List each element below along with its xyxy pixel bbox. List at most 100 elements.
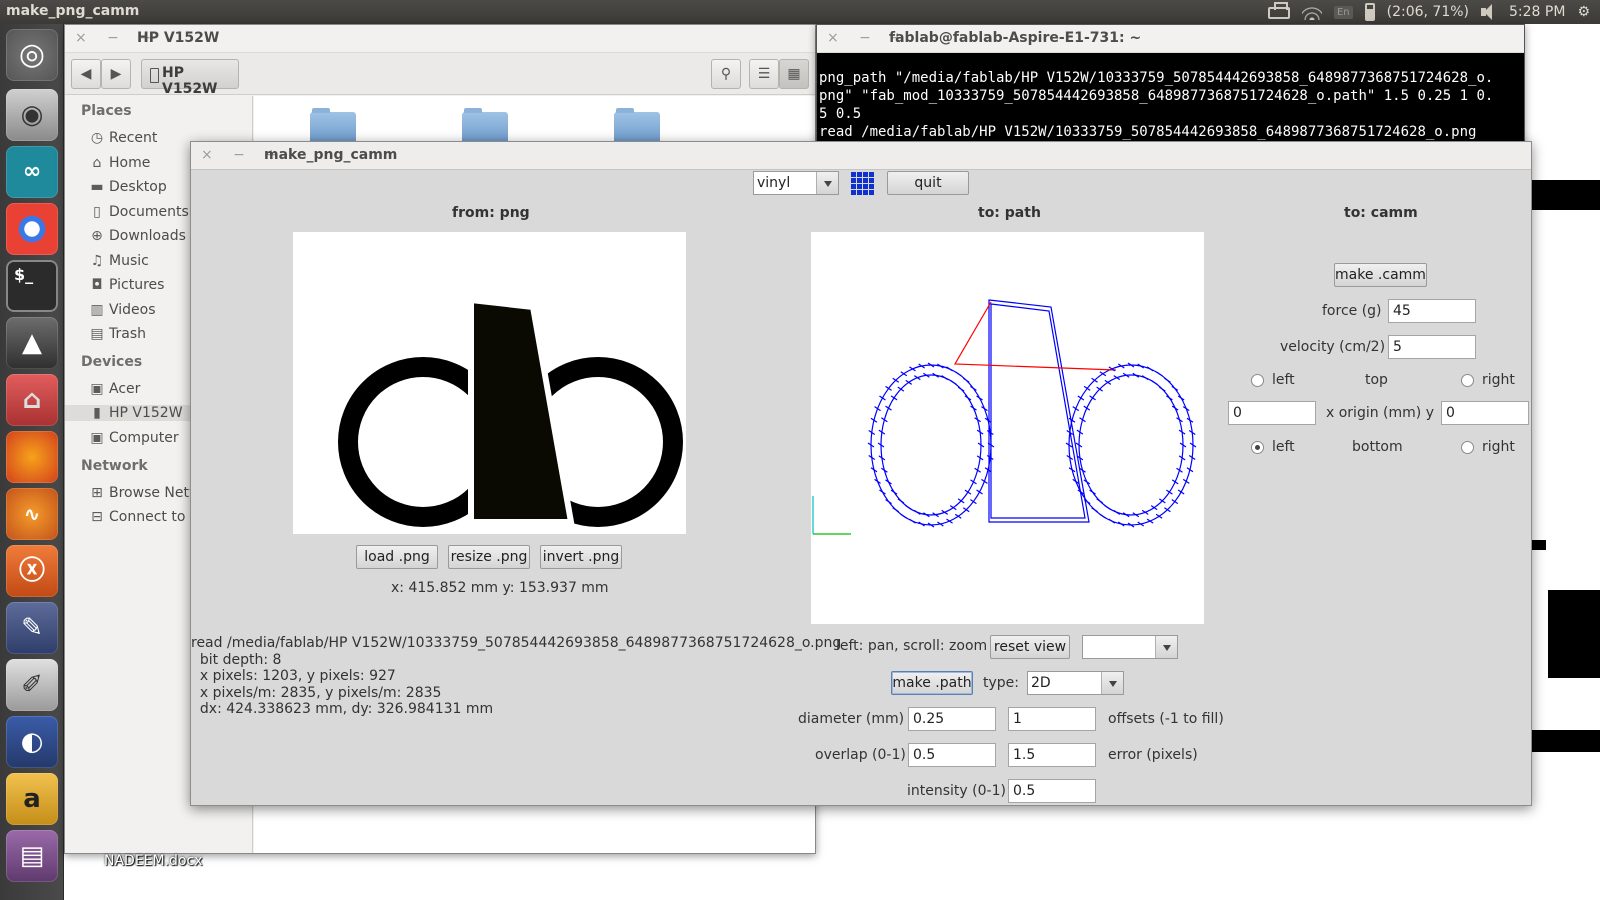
path-tick (1166, 395, 1173, 401)
search-icon: ⚲ (720, 66, 732, 82)
chrome-icon[interactable] (6, 203, 58, 255)
path-tick (1096, 498, 1103, 504)
sidebar-item-acer[interactable]: ▣ Acer (89, 381, 140, 397)
overlap-input[interactable]: 0.5 (908, 743, 996, 767)
invert-png-button[interactable]: invert .png (540, 545, 622, 569)
session-gear-icon[interactable]: ⚙ (1577, 4, 1590, 20)
force-label: force (g) (1322, 303, 1382, 319)
path-tick (1171, 385, 1179, 391)
sidebar-item-pictures[interactable]: ◘ Pictures (89, 277, 164, 293)
inkscape-icon[interactable]: ▲ (6, 317, 58, 369)
eclipse-icon[interactable]: ◐ (6, 716, 58, 768)
sidebar-item-desktop[interactable]: ▬ Desktop (89, 179, 166, 195)
terminal-icon[interactable]: $_ (6, 260, 58, 312)
make-camm-button[interactable]: make .camm (1334, 263, 1427, 287)
intensity-label: intensity (0-1) (907, 783, 1006, 799)
battery-icon[interactable] (1364, 3, 1375, 21)
folder-icon[interactable] (462, 108, 508, 142)
sidebar-item-music[interactable]: ♫ Music (89, 253, 149, 269)
quit-button[interactable]: quit (887, 171, 969, 195)
files-icon[interactable]: ⌂ (6, 374, 58, 426)
intensity-input[interactable]: 0.5 (1008, 779, 1096, 803)
machine-select[interactable]: vinyl (753, 171, 839, 195)
background-graphic (1532, 540, 1546, 550)
list-view-button[interactable]: ☰ (749, 59, 779, 89)
search-button[interactable]: ⚲ (711, 59, 741, 89)
png-preview-canvas[interactable] (293, 232, 686, 534)
folder-icon[interactable] (614, 108, 660, 142)
make-path-button[interactable]: make .path (891, 671, 973, 695)
view-select[interactable] (1082, 635, 1178, 659)
software-center-icon[interactable]: ▤ (6, 830, 58, 882)
to-camm-header: to: camm (1344, 205, 1418, 221)
dash-icon[interactable]: ◎ (6, 29, 58, 81)
sidebar-item-documents[interactable]: ▯ Documents (89, 204, 189, 220)
chevron-down-icon[interactable] (1101, 672, 1123, 694)
path-preview-canvas[interactable] (811, 232, 1204, 624)
force-input[interactable]: 45 (1388, 299, 1476, 323)
server-icon: ⊟ (91, 509, 103, 525)
volume-icon[interactable] (1481, 4, 1497, 20)
path-tick (941, 375, 949, 381)
sidebar-item-home[interactable]: ⌂ Home (89, 155, 151, 171)
amazon-icon[interactable]: a (6, 773, 58, 825)
background-graphic (1532, 180, 1600, 210)
path-bar-button[interactable]: HP V152W (141, 59, 239, 97)
origin-top-left-radio[interactable] (1251, 374, 1264, 387)
camera-icon[interactable]: ◉ (6, 89, 58, 141)
type-select[interactable]: 2D (1027, 671, 1124, 695)
sidebar-item-downloads[interactable]: ⊕ Downloads (89, 228, 186, 244)
logo-square (851, 178, 856, 183)
wifi-icon[interactable] (1301, 4, 1322, 20)
logo-square (851, 184, 856, 189)
sidebar-item-recent[interactable]: ◷ Recent (89, 130, 158, 146)
clock[interactable]: 5:28 PM (1509, 4, 1565, 20)
sidebar-item-browse-network[interactable]: ⊞ Browse Netw (89, 485, 200, 501)
printer-icon[interactable] (1267, 2, 1290, 19)
path-tick (1104, 505, 1112, 511)
logo-square (869, 172, 874, 177)
firefox-icon[interactable] (6, 431, 58, 483)
network-header: Network (81, 458, 148, 474)
origin-x-input[interactable]: 0 (1228, 401, 1316, 425)
resize-png-button[interactable]: resize .png (448, 545, 530, 569)
desktop-file-label[interactable]: NADEEM.docx (104, 853, 203, 869)
load-png-button[interactable]: load .png (356, 545, 438, 569)
xampp-icon[interactable]: ⓧ (6, 545, 58, 597)
path-tick (885, 385, 892, 391)
sidebar-item-connect-to-server[interactable]: ⊟ Connect to S (89, 509, 199, 525)
sidebar-item-computer[interactable]: ▣ Computer (89, 430, 178, 446)
folder-icon[interactable] (310, 108, 356, 142)
velocity-input[interactable]: 5 (1388, 335, 1476, 359)
text-editor-icon[interactable]: ✎ (6, 602, 58, 654)
files-titlebar[interactable]: × − + HP V152W (65, 25, 815, 53)
origin-y-input[interactable]: 0 (1441, 401, 1529, 425)
origin-top-right-radio[interactable] (1461, 374, 1474, 387)
sidebar-item-videos[interactable]: ▥ Videos (89, 302, 155, 318)
grid-view-button[interactable]: ▦ (779, 59, 809, 89)
app-titlebar[interactable]: × − + make_png_camm (191, 142, 1531, 170)
drawing-icon[interactable]: ✐ (6, 659, 58, 711)
arduino-icon[interactable]: ∞ (6, 146, 58, 198)
chevron-down-icon[interactable] (816, 172, 838, 194)
forward-button[interactable]: ▶ (101, 59, 131, 89)
path-tick (890, 395, 898, 401)
terminal-titlebar[interactable]: × − + fablab@fablab-Aspire-E1-731: ~ (817, 25, 1524, 53)
logo-square (851, 172, 856, 177)
path-tick (1089, 395, 1096, 401)
origin-bottom-left-radio[interactable] (1251, 441, 1264, 454)
app-body: vinyl quit from: png to: path to: camm l… (191, 170, 1531, 805)
sidebar-item-trash[interactable]: ▤ Trash (89, 326, 146, 342)
audacity-icon[interactable]: ∿ (6, 488, 58, 540)
reset-view-button[interactable]: reset view (990, 635, 1070, 659)
error-input[interactable]: 1.5 (1008, 743, 1096, 767)
home-icon: ⌂ (92, 155, 102, 171)
offsets-input[interactable]: 1 (1008, 707, 1096, 731)
terminal-output[interactable]: png_path "/media/fablab/HP V152W/1033375… (817, 53, 1524, 143)
back-button[interactable]: ◀ (71, 59, 101, 89)
battery-status[interactable]: (2:06, 71%) (1387, 4, 1469, 20)
keyboard-layout-indicator[interactable]: En (1333, 5, 1353, 19)
diameter-input[interactable]: 0.25 (908, 707, 996, 731)
chevron-down-icon[interactable] (1155, 636, 1177, 658)
origin-bottom-right-radio[interactable] (1461, 441, 1474, 454)
